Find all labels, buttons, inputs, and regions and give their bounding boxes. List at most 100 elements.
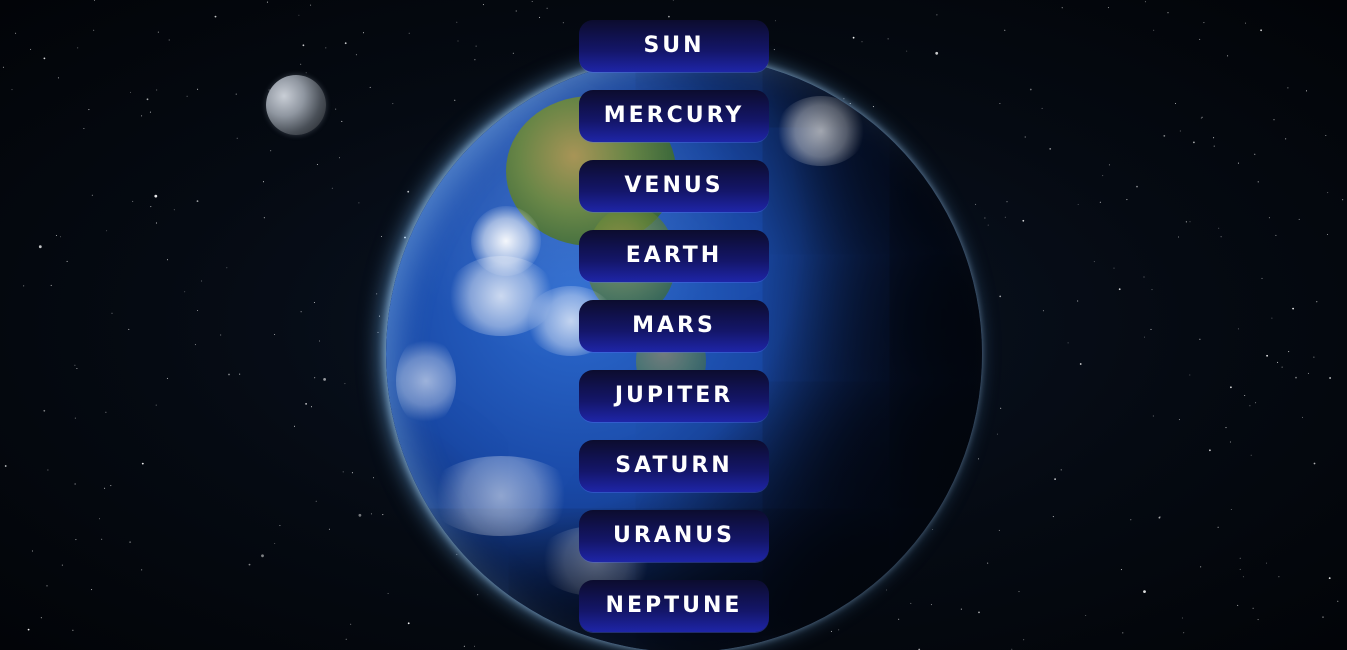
star xyxy=(1000,407,1002,409)
star xyxy=(477,594,479,596)
star xyxy=(66,260,68,262)
star xyxy=(1287,87,1289,89)
star xyxy=(132,200,134,202)
star xyxy=(370,513,372,515)
star xyxy=(274,334,276,335)
star xyxy=(1242,576,1244,578)
star xyxy=(546,7,548,9)
sun-button[interactable]: SUN xyxy=(579,20,769,72)
star xyxy=(1183,632,1185,634)
star xyxy=(1218,227,1220,229)
star xyxy=(173,209,175,211)
star xyxy=(1288,351,1290,353)
star xyxy=(1220,236,1222,238)
star xyxy=(531,1,533,2)
saturn-button[interactable]: SATURN xyxy=(579,440,769,492)
space-background: SUN MERCURY VENUS EARTH MARS JUPITER SAT… xyxy=(0,0,1347,650)
star xyxy=(910,602,912,604)
star xyxy=(1266,354,1268,357)
star xyxy=(313,302,315,303)
star xyxy=(1277,361,1279,363)
star xyxy=(101,538,103,540)
star xyxy=(377,331,379,333)
star xyxy=(1281,366,1283,368)
star xyxy=(1342,199,1344,201)
star xyxy=(1189,374,1191,376)
star xyxy=(298,14,300,16)
star xyxy=(155,404,157,406)
star xyxy=(1023,639,1025,641)
star xyxy=(379,315,380,317)
star xyxy=(1181,617,1183,619)
star xyxy=(1144,1,1146,3)
star xyxy=(305,403,307,405)
earth-button[interactable]: EARTH xyxy=(579,230,769,282)
star xyxy=(323,378,326,381)
star xyxy=(668,15,670,18)
star xyxy=(129,541,132,543)
star xyxy=(996,433,998,435)
star xyxy=(1167,12,1169,14)
jupiter-button[interactable]: JUPITER xyxy=(579,370,769,422)
star xyxy=(482,4,484,6)
star xyxy=(1306,90,1307,92)
star xyxy=(99,518,100,520)
star xyxy=(1257,619,1259,621)
star xyxy=(999,295,1002,298)
star xyxy=(1199,38,1201,40)
star xyxy=(1113,267,1115,269)
star xyxy=(1225,427,1227,429)
star xyxy=(408,32,410,34)
star xyxy=(1159,516,1161,518)
star xyxy=(830,630,832,632)
star xyxy=(201,280,203,282)
star xyxy=(1213,137,1215,139)
star xyxy=(339,157,340,159)
star xyxy=(773,49,775,51)
star xyxy=(369,86,371,88)
star xyxy=(345,638,347,640)
star xyxy=(314,377,316,379)
star xyxy=(351,472,353,474)
mercury-button[interactable]: MERCURY xyxy=(579,90,769,142)
star xyxy=(93,29,95,31)
star xyxy=(1266,562,1267,564)
star xyxy=(358,513,362,517)
star xyxy=(1199,338,1201,340)
star xyxy=(512,52,514,54)
star xyxy=(1327,234,1328,235)
star xyxy=(1322,616,1324,618)
star xyxy=(263,181,264,183)
star xyxy=(1254,153,1256,155)
star xyxy=(77,47,79,49)
star xyxy=(978,611,980,614)
star xyxy=(325,47,327,49)
star xyxy=(1143,276,1145,278)
star xyxy=(1230,386,1232,389)
star xyxy=(40,617,42,619)
star xyxy=(930,604,932,606)
star xyxy=(987,562,989,564)
star xyxy=(404,236,406,239)
star xyxy=(1201,116,1203,118)
star xyxy=(226,267,228,269)
star xyxy=(23,285,25,287)
star xyxy=(1278,576,1280,578)
star xyxy=(1093,261,1095,263)
star xyxy=(94,0,95,1)
venus-button[interactable]: VENUS xyxy=(579,160,769,212)
star xyxy=(932,529,934,530)
star xyxy=(149,111,151,113)
star xyxy=(936,14,938,16)
uranus-button[interactable]: URANUS xyxy=(579,510,769,562)
star xyxy=(838,629,840,631)
star xyxy=(1295,376,1297,379)
star xyxy=(775,20,776,22)
star xyxy=(186,95,188,97)
mars-button[interactable]: MARS xyxy=(579,300,769,352)
star xyxy=(1252,607,1254,609)
star xyxy=(128,328,130,330)
star xyxy=(300,63,302,65)
neptune-button[interactable]: NEPTUNE xyxy=(579,580,769,632)
star xyxy=(104,487,106,489)
